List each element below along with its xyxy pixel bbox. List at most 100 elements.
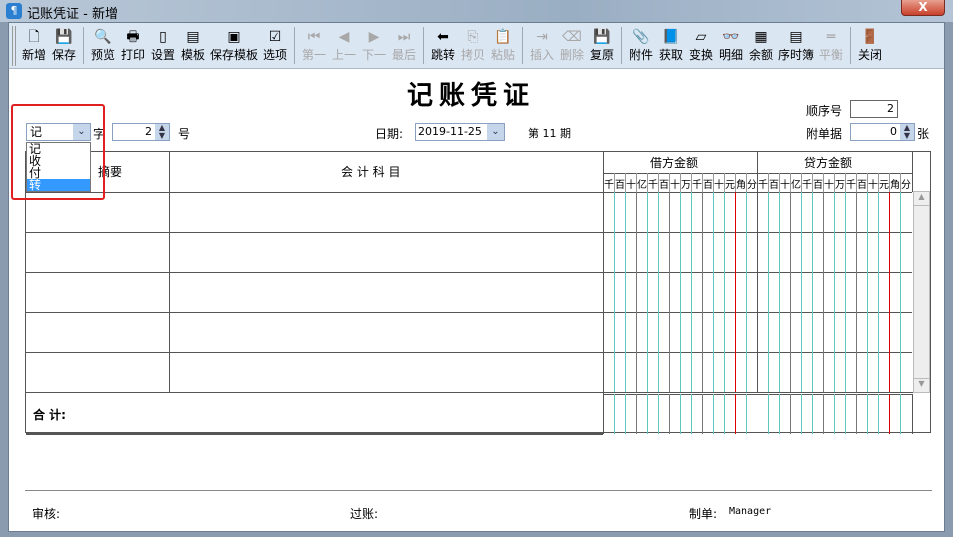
next-button[interactable]: ▶ 下一 [359,23,389,68]
digit-column-line [768,394,769,434]
print-button[interactable]: 🖶 打印 [118,23,148,68]
print-label: 打印 [120,48,145,62]
grid-line [603,173,912,174]
journal-icon: ▤ [789,29,803,45]
save-button[interactable]: 💾 保存 [49,23,79,68]
last-button[interactable]: ⏭ 最后 [389,23,419,68]
seq-field[interactable]: 2 [850,100,898,118]
insert-button[interactable]: ⇥ 插入 [527,23,557,68]
digit-header-divider [625,173,626,192]
close-window-button[interactable]: X [901,0,945,16]
digit-column-line [691,394,692,434]
digit-header: 千 [758,180,768,191]
digit-column-line [691,192,692,392]
digit-column-line [636,192,637,392]
audit-label: 审核: [32,507,61,521]
digit-column-line [724,192,725,392]
digit-column-line [614,192,615,392]
window-title: 记账凭证 - 新增 [27,7,118,22]
restore-button[interactable]: 💾 复原 [587,23,617,68]
attachment-button[interactable]: 📎 附件 [626,23,656,68]
preview-label: 预览 [90,48,115,62]
digit-header: 亿 [791,180,801,191]
close-button[interactable]: 🚪 关闭 [855,23,885,68]
new-icon: 🗋 [28,29,40,45]
options-button[interactable]: ☑ 选项 [260,23,290,68]
spinner-arrows-icon[interactable]: ▲ ▼ [155,124,169,140]
preview-button[interactable]: 🔍 预览 [88,23,118,68]
digit-column-line [625,394,626,434]
attachment-count: 0 [890,125,897,138]
save-icon: 💾 [55,29,73,45]
chevron-down-icon[interactable]: ⌄ [487,124,504,140]
balance-button[interactable]: ▦ 余额 [746,23,776,68]
transform-button[interactable]: ▱ 变换 [686,23,716,68]
close-icon: 🚪 [861,29,879,45]
balance-check-label: 平衡 [819,48,844,62]
previous-button[interactable]: ◀ 上一 [329,23,359,68]
digit-header: 亿 [637,180,647,191]
digit-column-line [856,192,857,392]
digit-header-divider [845,173,846,192]
detail-icon: 👓 [722,29,740,45]
template-button[interactable]: ▤ 模板 [178,23,208,68]
digit-header: 百 [659,180,669,191]
col-debit: 借方金额 [650,156,699,170]
balance-check-button[interactable]: ═ 平衡 [816,23,846,68]
digit-column-line [746,394,747,434]
toolbar-grip[interactable] [12,26,16,66]
fetch-button[interactable]: 📘 获取 [656,23,686,68]
scroll-up-icon[interactable]: ▲ [914,192,929,206]
delete-icon: ⌫ [562,29,582,45]
digit-header: 十 [626,180,636,191]
spinner-arrows-icon[interactable]: ▲ ▼ [900,124,914,140]
digit-header: 元 [725,180,735,191]
digit-header: 百 [615,180,625,191]
digit-column-line [878,394,879,434]
digit-column-line [713,394,714,434]
digit-header: 千 [802,180,812,191]
digit-column-line [647,394,648,434]
digit-column-line [867,394,868,434]
digit-column-line [801,394,802,434]
grid-line [912,152,913,192]
digit-header: 角 [890,180,900,191]
attachment-count-spinner[interactable]: 0 ▲ ▼ [850,123,915,141]
grid-line [912,394,913,434]
paste-button[interactable]: 📋 粘贴 [488,23,518,68]
digit-header: 元 [879,180,889,191]
first-button[interactable]: ⏮ 第一 [299,23,329,68]
restore-label: 复原 [590,48,615,62]
digit-header-divider [614,173,615,192]
digit-header-divider [713,173,714,192]
scroll-down-icon[interactable]: ▼ [914,378,929,392]
save-template-button[interactable]: ▣ 保存模板 [208,23,260,68]
date-value: 2019-11-25 [418,125,482,138]
delete-button[interactable]: ⌫ 删除 [557,23,587,68]
digit-header: 十 [824,180,834,191]
next-icon: ▶ [368,29,380,45]
detail-button[interactable]: 👓 明细 [716,23,746,68]
digit-header-divider [878,173,879,192]
digit-column-line [878,192,879,392]
voucher-number-spinner[interactable]: 2 ▲ ▼ [112,123,170,141]
copy-icon: ⎘ [467,29,479,45]
settings-button[interactable]: ▯ 设置 [148,23,178,68]
digit-header: 百 [703,180,713,191]
new-button[interactable]: 🗋 新增 [19,23,49,68]
insert-icon: ⇥ [536,29,548,45]
jump-button[interactable]: ⬅ 跳转 [428,23,458,68]
digit-column-line [658,192,659,392]
digit-column-line [790,394,791,434]
previous-label: 上一 [332,48,357,62]
copy-button[interactable]: ⎘ 拷贝 [458,23,488,68]
total-label: 合 计: [33,408,66,422]
date-picker[interactable]: 2019-11-25 ⌄ [415,123,505,141]
digit-column-line [658,394,659,434]
digit-column-line [735,192,736,392]
table-scrollbar[interactable]: ▲ ▼ [913,191,930,393]
template-icon: ▤ [186,29,200,45]
digit-header-divider [834,173,835,192]
journal-button[interactable]: ▤ 序时簿 [776,23,816,68]
digit-column-line [812,394,813,434]
